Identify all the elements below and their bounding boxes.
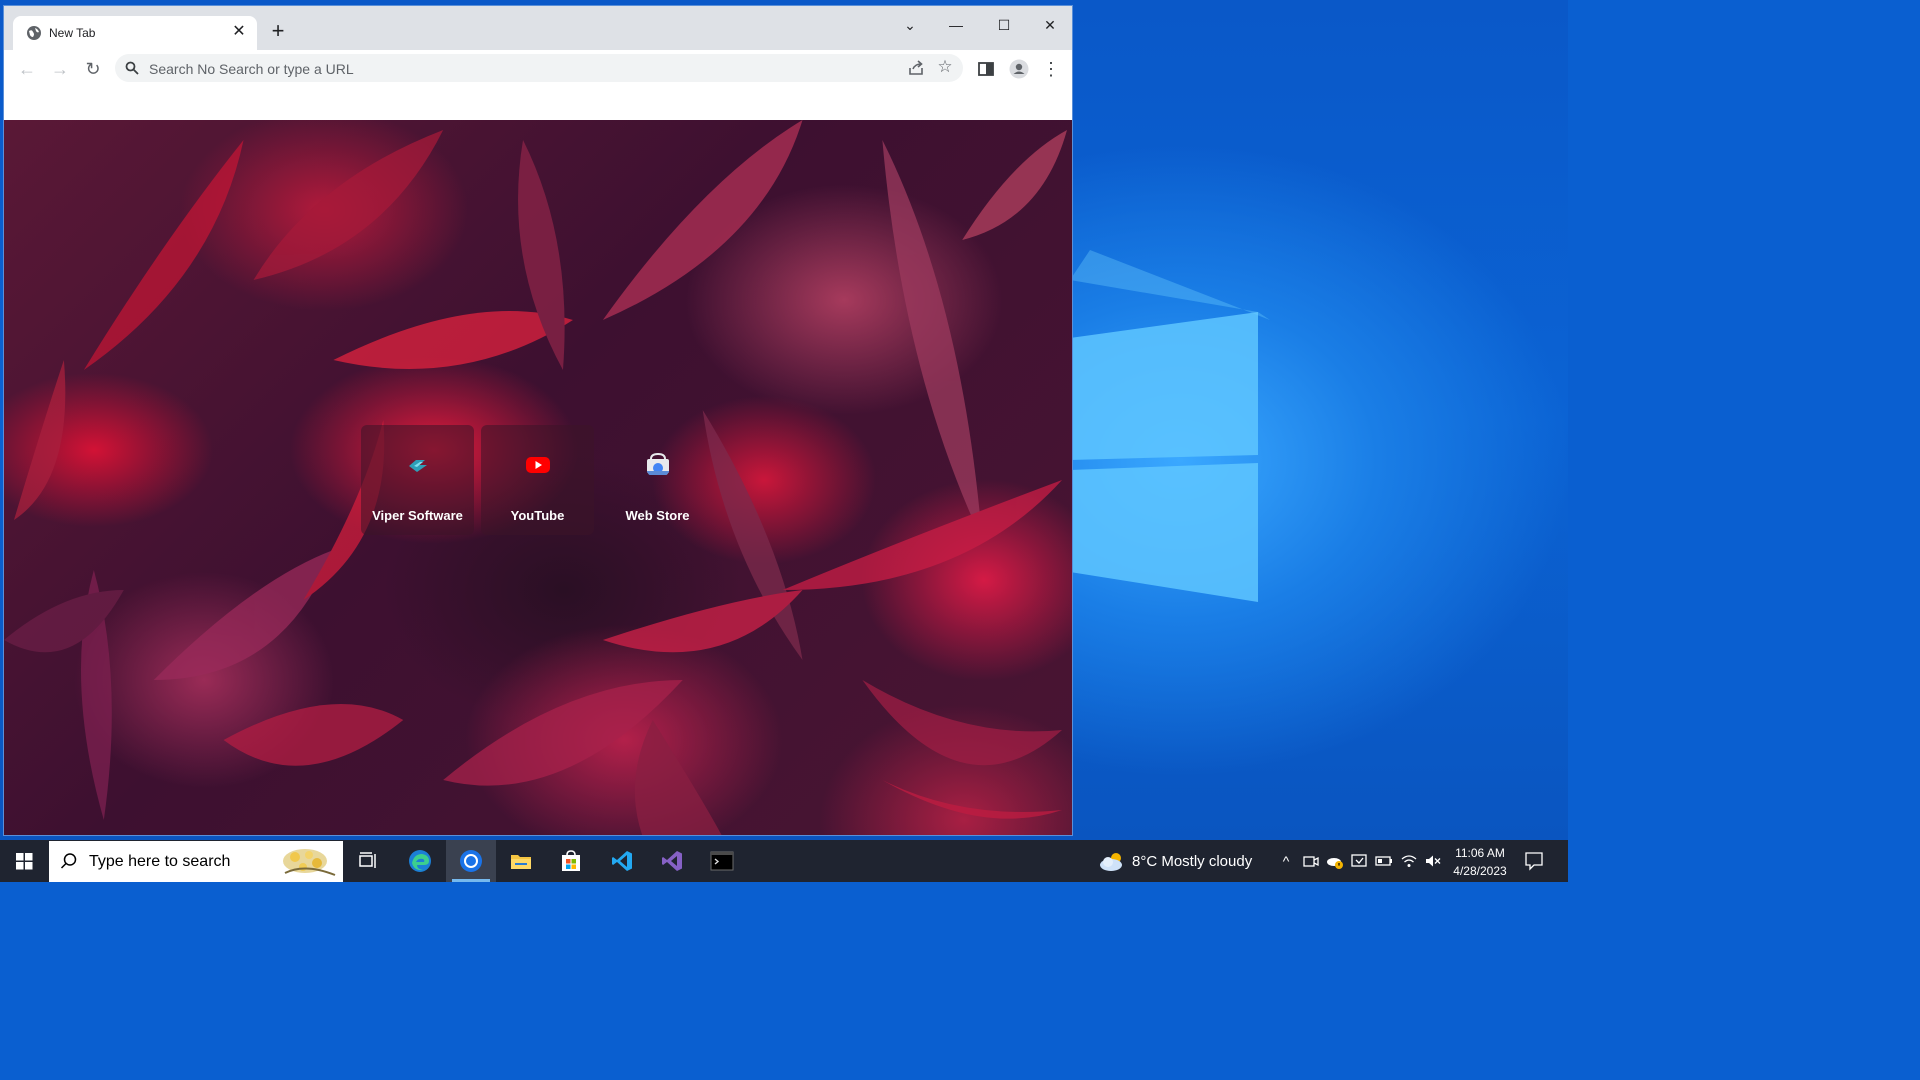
notification-center-icon[interactable] (1524, 851, 1544, 871)
terminal-icon (710, 851, 734, 871)
vscode-icon (612, 851, 632, 871)
shortcut-tile-web-store[interactable]: Web Store (601, 425, 714, 535)
youtube-icon (526, 457, 550, 473)
tab-search-button[interactable]: ⌄ (890, 10, 930, 40)
chrome-window: New Tab ✕ + ⌄ — ☐ ✕ ← → ↻ Search No Sear… (3, 5, 1073, 836)
tab-new-tab[interactable]: New Tab ✕ (13, 16, 257, 50)
chrome-menu-icon[interactable]: ⋮ (1039, 57, 1063, 81)
windows-start-icon[interactable] (0, 840, 48, 882)
bookmark-star-icon[interactable]: ☆ (935, 57, 955, 77)
taskbar-search-placeholder: Type here to search (89, 853, 231, 870)
viper-software-icon (409, 460, 427, 472)
new-tab-button[interactable]: + (266, 20, 290, 44)
file-explorer-icon (511, 855, 531, 869)
search-icon (125, 61, 139, 75)
reload-button[interactable]: ↻ (81, 57, 105, 81)
shortcut-tiles: Viper Software YouTube Web Store (361, 425, 715, 535)
omnibox[interactable]: Search No Search or type a URL ☆ (115, 54, 963, 82)
share-icon[interactable] (907, 59, 925, 77)
taskbar-file-explorer[interactable] (496, 840, 546, 882)
security-center-icon[interactable] (1350, 852, 1368, 870)
show-hidden-icons-chevron[interactable]: ^ (1277, 852, 1295, 870)
wifi-icon[interactable] (1400, 852, 1418, 870)
task-view-icon (359, 852, 376, 868)
shortcut-label: Web Store (625, 508, 690, 523)
onedrive-warning-icon[interactable] (1326, 852, 1344, 870)
taskbar-vscode[interactable] (597, 840, 647, 882)
weather-text: 8°C Mostly cloudy (1132, 853, 1253, 870)
globe-icon (27, 26, 41, 40)
taskbar-visual-studio[interactable] (647, 840, 697, 882)
cloudy-weather-icon (1100, 853, 1122, 871)
taskbar-microsoft-store[interactable] (546, 840, 596, 882)
close-window-button[interactable]: ✕ (1030, 10, 1070, 40)
clock-time: 11:06 AM (1455, 846, 1505, 860)
taskbar-edge[interactable] (395, 840, 445, 882)
tab-close-icon[interactable]: ✕ (229, 22, 249, 42)
chrome-icon (460, 850, 482, 872)
clock-date: 4/28/2023 (1453, 864, 1507, 878)
tab-strip: New Tab ✕ + ⌄ — ☐ ✕ (4, 6, 1072, 50)
edge-icon (409, 850, 431, 872)
side-panel-icon[interactable] (976, 59, 996, 79)
microsoft-store-icon (562, 850, 580, 871)
battery-icon[interactable] (1375, 852, 1393, 870)
maximize-button[interactable]: ☐ (984, 10, 1024, 40)
shortcut-label: YouTube (510, 508, 565, 523)
visual-studio-icon (662, 851, 682, 871)
back-button[interactable]: ← (15, 57, 39, 81)
shortcut-tile-youtube[interactable]: YouTube (481, 425, 594, 535)
taskbar-search-box[interactable]: Type here to search (49, 841, 343, 882)
meet-now-icon[interactable] (1302, 852, 1320, 870)
taskbar-terminal[interactable] (697, 840, 747, 882)
search-highlight-icon (283, 849, 336, 876)
browser-toolbar: ← → ↻ Search No Search or type a URL ☆ ⋮ (4, 50, 1072, 88)
omnibox-text: Search No Search or type a URL (149, 61, 354, 77)
taskbar-chrome[interactable] (446, 840, 496, 882)
web-store-icon (647, 452, 669, 475)
minimize-button[interactable]: — (936, 10, 976, 40)
forward-button[interactable]: → (48, 57, 72, 81)
system-clock[interactable]: 11:06 AM 4/28/2023 (1440, 844, 1520, 880)
tab-title: New Tab (49, 26, 96, 40)
taskbar: Type here to search 8°C Mostly cloudy ^ … (0, 840, 1568, 882)
shortcut-label: Viper Software (372, 508, 463, 523)
shortcut-tile-viper-software[interactable]: Viper Software (361, 425, 474, 535)
task-view-button[interactable] (343, 840, 393, 882)
profile-avatar-icon[interactable] (1009, 59, 1029, 79)
windows-logo-wallpaper (1070, 250, 1270, 602)
new-tab-page-background: Viper Software YouTube Web Store (4, 120, 1072, 835)
search-icon (60, 853, 77, 869)
